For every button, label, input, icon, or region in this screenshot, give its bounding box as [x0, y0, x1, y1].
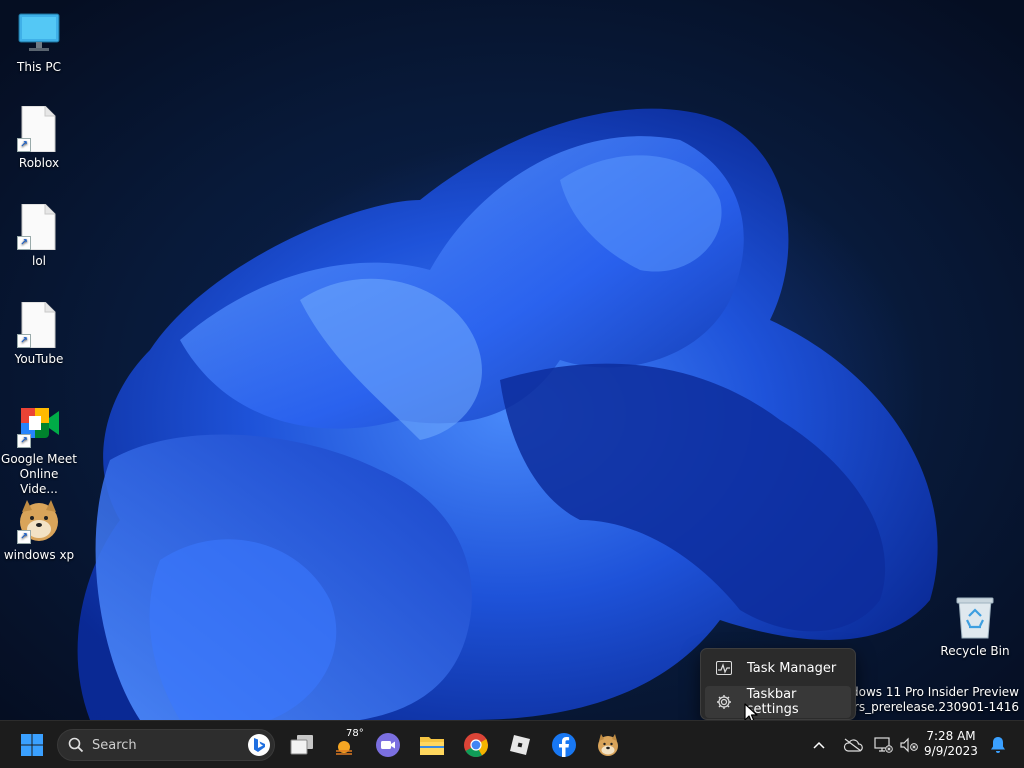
desktop-icon-label: lol: [31, 254, 46, 268]
gear-icon: [715, 693, 733, 711]
network-disconnected-icon: [874, 737, 893, 753]
desktop-icon-label: windows xp: [3, 548, 75, 562]
doge-icon: [598, 734, 618, 756]
task-view-button[interactable]: [286, 729, 318, 761]
taskbar-clock[interactable]: 7:28 AM 9/9/2023: [920, 729, 982, 759]
search-placeholder: Search: [92, 737, 137, 753]
desktop-icon-roblox[interactable]: ↗ Roblox: [0, 105, 78, 171]
notifications-button[interactable]: [984, 729, 1012, 761]
desktop-icon-label: Roblox: [18, 156, 60, 170]
desktop-icon-label: YouTube: [14, 352, 64, 366]
teams-chat-button[interactable]: [372, 729, 404, 761]
facebook-icon: [552, 733, 576, 757]
blank-file-shortcut-icon: ↗: [15, 203, 63, 251]
google-meet-icon: ↗: [15, 402, 63, 448]
roblox-button[interactable]: [504, 729, 536, 761]
shortcut-arrow-icon: ↗: [17, 334, 31, 348]
task-view-icon: [290, 735, 313, 755]
file-explorer-icon: [420, 737, 444, 755]
taskbar-context-menu: Task Manager Taskbar settings: [700, 648, 856, 720]
roblox-icon: [510, 735, 530, 755]
start-button[interactable]: [16, 729, 48, 761]
onedrive-offline-icon: [843, 738, 863, 752]
chrome-button[interactable]: [460, 729, 492, 761]
desktop-icon-windows-xp[interactable]: ↗ windows xp: [0, 498, 78, 563]
taskbar-search-box[interactable]: Search: [57, 729, 275, 761]
doge-app-button[interactable]: [592, 729, 624, 761]
bell-icon: [991, 737, 1005, 753]
menu-item-taskbar-settings[interactable]: Taskbar settings: [705, 686, 851, 718]
shortcut-arrow-icon: ↗: [17, 530, 31, 544]
clock-time: 7:28 AM: [926, 729, 976, 743]
desktop-icon-google-meet[interactable]: ↗ Google Meet Online Vide...: [0, 402, 78, 497]
chrome-icon: [464, 733, 488, 758]
wallpaper-bloom: [77, 108, 938, 720]
desktop[interactable]: This PC ↗ Roblox ↗ lol ↗ YouTube ↗ Googl…: [0, 0, 1024, 720]
desktop-icon-label: This PC: [17, 60, 61, 74]
onedrive-tray-button[interactable]: [838, 729, 868, 761]
desktop-icon-youtube[interactable]: ↗ YouTube: [0, 301, 78, 367]
teams-chat-icon: [376, 733, 400, 757]
windows-logo-icon: [21, 734, 43, 756]
menu-item-label: Taskbar settings: [746, 687, 799, 717]
shortcut-arrow-icon: ↗: [17, 236, 31, 250]
weather-temp: 78°: [346, 728, 364, 739]
desktop-icon-recycle-bin[interactable]: Recycle Bin: [940, 596, 1010, 658]
clock-date: 9/9/2023: [924, 744, 978, 758]
weather-widget-button[interactable]: 78°: [330, 728, 364, 761]
monitor-icon: [15, 10, 63, 56]
menu-item-task-manager[interactable]: Task Manager: [705, 652, 851, 684]
doge-shortcut-icon: ↗: [15, 498, 63, 544]
blank-file-shortcut-icon: ↗: [15, 105, 63, 153]
desktop-icon-lol[interactable]: ↗ lol: [0, 203, 78, 269]
speaker-muted-icon: [900, 737, 918, 753]
facebook-button[interactable]: [548, 729, 580, 761]
desktop-icon-label: Recycle Bin: [940, 644, 1010, 658]
blank-file-shortcut-icon: ↗: [15, 301, 63, 349]
task-manager-icon: [715, 659, 733, 677]
desktop-icon-label: Google Meet Online Vide...: [1, 452, 77, 496]
recycle-bin-icon: [955, 596, 995, 640]
taskbar[interactable]: Search 78° 7:28 AM 9/9/2023: [0, 720, 1024, 768]
desktop-icon-this-pc[interactable]: This PC: [0, 10, 78, 75]
file-explorer-button[interactable]: [416, 729, 448, 761]
search-icon: [68, 737, 84, 753]
bing-icon: [248, 734, 270, 756]
menu-item-label: Task Manager: [747, 660, 837, 676]
shortcut-arrow-icon: ↗: [17, 434, 31, 448]
show-hidden-icons-button[interactable]: [804, 729, 834, 761]
shortcut-arrow-icon: ↗: [17, 138, 31, 152]
chevron-up-icon: [813, 741, 825, 749]
